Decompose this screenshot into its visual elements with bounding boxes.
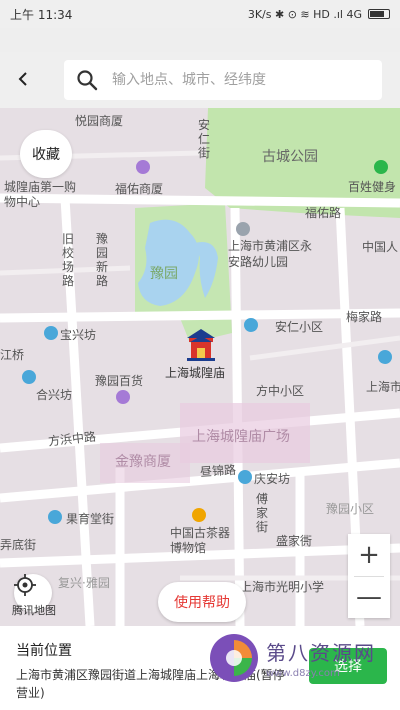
locate-icon	[14, 574, 36, 596]
network-indicators: 3K/s ✱ ⊙ ≋ HD .ıl 4G	[247, 7, 362, 21]
map-label: 城隍庙第一购物中心	[4, 180, 77, 209]
map-label: 上海市光明小学	[240, 580, 325, 594]
watermark-text: 第八资源网 www.d8zy.com	[266, 637, 376, 679]
map-label: 合兴坊	[36, 388, 73, 402]
status-bar: 上午 11:34 3K/s ✱ ⊙ ≋ HD .ıl 4G	[0, 0, 400, 28]
zoom-control: + —	[348, 534, 390, 618]
status-indicators: 3K/s ✱ ⊙ ≋ HD .ıl 4G	[248, 8, 390, 21]
fitness-poi-icon[interactable]	[374, 160, 388, 174]
temple-marker-icon[interactable]	[183, 326, 219, 362]
map-label: 中国古茶器博物馆	[170, 526, 231, 555]
header	[0, 52, 400, 108]
map-label: 悦园商厦	[75, 114, 124, 128]
map-label: 中国人	[362, 240, 399, 254]
map-label: 上海市	[366, 380, 400, 394]
map-label: 古城公园	[262, 149, 318, 165]
map-label: 上海城隍庙	[165, 366, 226, 380]
shopping-poi-icon[interactable]	[116, 390, 130, 404]
landmark-poi-icon[interactable]	[48, 510, 62, 524]
map-label: 复兴·雅园	[58, 576, 110, 590]
map-label: 果育堂街	[66, 512, 115, 526]
landmark-poi-icon[interactable]	[238, 470, 252, 484]
watermark: 第八资源网 www.d8zy.com	[208, 632, 376, 684]
museum-poi-icon[interactable]	[192, 508, 206, 522]
search-input[interactable]	[112, 72, 362, 88]
favorite-button[interactable]: 收藏	[20, 130, 72, 178]
map-label: 豫园小区	[326, 502, 375, 516]
back-button[interactable]	[8, 64, 38, 94]
map-label: 福佑路	[305, 206, 342, 220]
map-label: 旧校场路	[62, 232, 75, 288]
school-poi-icon[interactable]	[236, 222, 250, 236]
map-label: 金豫商厦	[115, 454, 171, 470]
favorite-label: 收藏	[32, 147, 60, 163]
map-view[interactable]: 悦园商厦 安仁街 古城公园 百姓健身 福佑商厦 城隍庙第一购物中心 福佑路 旧校…	[0, 108, 400, 626]
map-label: 宝兴坊	[60, 328, 97, 342]
map-label: 豫园百货	[95, 374, 144, 388]
map-label: 上海市黄浦区永安路幼儿园	[228, 239, 313, 269]
map-label: 安仁街	[198, 118, 211, 160]
map-label: 百姓健身	[348, 180, 397, 194]
map-provider-text: 腾讯地图	[12, 604, 56, 617]
landmark-poi-icon[interactable]	[22, 370, 36, 384]
battery-icon	[368, 9, 390, 19]
help-label: 使用帮助	[174, 595, 230, 611]
map-label: 梅家路	[346, 310, 383, 324]
shopping-poi-icon[interactable]	[136, 160, 150, 174]
map-label: 盛家衖	[276, 534, 313, 548]
zoom-in-button[interactable]: +	[348, 534, 390, 576]
landmark-poi-icon[interactable]	[44, 326, 58, 340]
map-provider-logo: 腾讯地图	[12, 602, 56, 618]
map-label: 庆安坊	[254, 472, 291, 486]
help-button[interactable]: 使用帮助	[158, 582, 246, 622]
map-label: 豫园新路	[96, 232, 109, 288]
map-label: 豫园	[150, 266, 178, 282]
watermark-title: 第八资源网	[266, 641, 376, 665]
map-label: 傅家街	[256, 492, 269, 534]
map-label: 方中小区	[256, 384, 305, 398]
map-label: 江桥	[0, 348, 25, 362]
search-box[interactable]	[64, 60, 382, 100]
map-label: 昼锦路	[199, 462, 237, 480]
status-time: 上午 11:34	[10, 7, 73, 22]
map-label: 安仁小区	[275, 320, 324, 334]
current-location-title: 当前位置	[16, 643, 72, 659]
zoom-out-button[interactable]: —	[348, 577, 390, 619]
map-label: 弄底街	[0, 538, 37, 552]
watermark-logo-icon	[210, 634, 258, 682]
map-label: 上海城隍庙广场	[192, 429, 290, 445]
search-icon	[77, 70, 98, 91]
watermark-url: www.d8zy.com	[266, 668, 340, 679]
chevron-left-icon	[18, 72, 27, 86]
landmark-poi-icon[interactable]	[244, 318, 258, 332]
map-label: 福佑商厦	[115, 182, 164, 196]
landmark-poi-icon[interactable]	[378, 350, 392, 364]
